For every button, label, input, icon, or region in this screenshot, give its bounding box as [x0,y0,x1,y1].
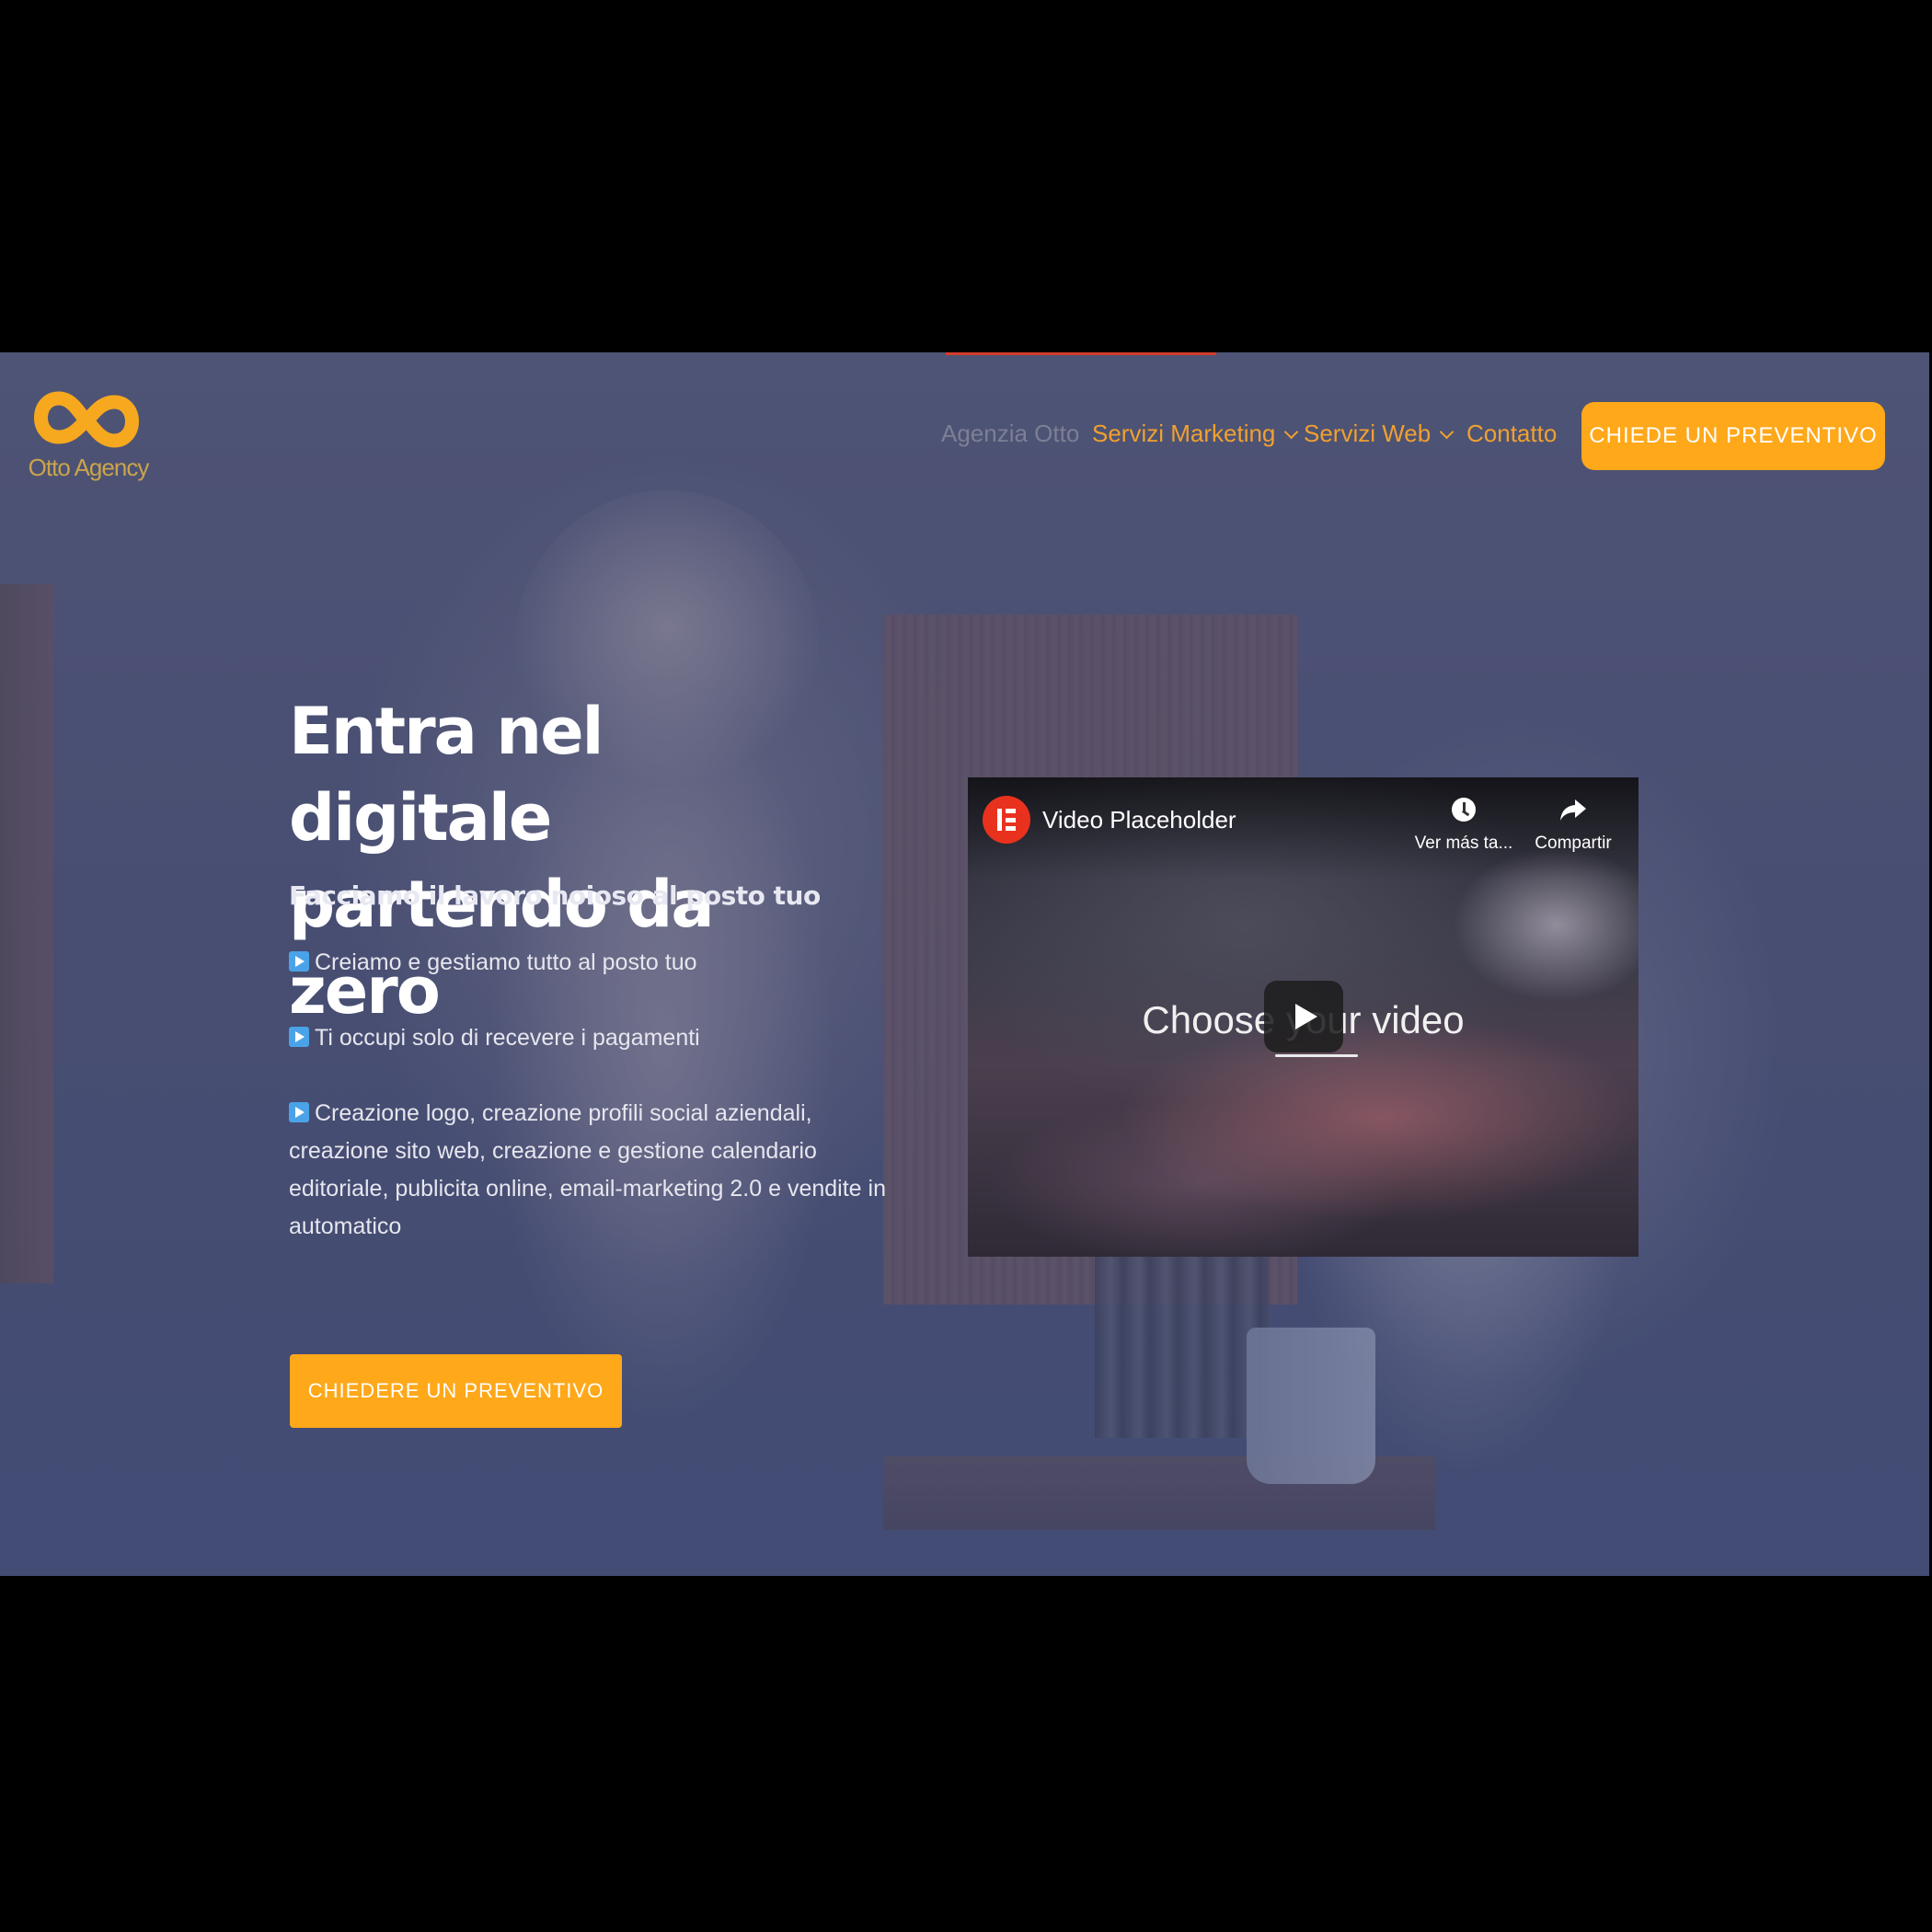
watch-later-button[interactable]: Ver más ta... [1413,798,1514,854]
play-button-emoji-icon [289,1102,309,1122]
elementor-icon[interactable] [983,796,1030,844]
hero-headline-line1: Entra nel digitale [289,694,604,856]
nav-item-servizi-marketing[interactable]: Servizi Marketing [1092,420,1299,448]
header-quote-button[interactable]: CHIEDE UN PREVENTIVO [1581,402,1885,470]
chevron-down-icon [1439,424,1455,440]
video-embed[interactable]: Video Placeholder Ver más ta... Comparti… [968,777,1639,1257]
video-title[interactable]: Video Placeholder [1042,806,1236,834]
site-logo[interactable]: Otto Agency [24,380,153,490]
hero-bullet-text: Ti occupi solo di recevere i pagamenti [315,1025,700,1051]
hero-section: Otto Agency Agenzia Otto Servizi Marketi… [0,352,1929,1576]
infinity-logo-icon [34,391,139,448]
nav-item-servizi-web[interactable]: Servizi Web [1304,420,1455,448]
clock-icon [1452,798,1476,822]
top-accent-bar [946,352,1216,355]
hero-subheadline: Facciamo il lavoro noioso al posto tuo [289,880,821,911]
screenshot-canvas: Otto Agency Agenzia Otto Servizi Marketi… [0,0,1932,1932]
play-icon[interactable] [1264,981,1343,1052]
hero-bullet: Ti occupi solo di recevere i pagamenti [289,1019,887,1057]
hero-headline: Entra nel digitale partendo da zero [289,688,859,1034]
hero-bullet-text: Creiamo e gestiamo tutto al posto tuo [315,949,697,975]
share-button[interactable]: Compartir [1523,798,1624,854]
logo-text: Otto Agency [28,454,150,481]
watch-later-label: Ver más ta... [1414,834,1513,853]
video-center-underline [1275,1054,1358,1057]
nav-item-agenzia-otto[interactable]: Agenzia Otto [941,420,1079,448]
nav-item-label: Servizi Web [1304,420,1432,447]
chevron-down-icon [1284,424,1299,440]
hero-bullet: Creiamo e gestiamo tutto al posto tuo [289,944,887,982]
hero-bullet: Creazione logo, creazione profili social… [289,1095,887,1246]
share-arrow-icon [1559,798,1587,822]
share-label: Compartir [1535,834,1612,853]
hero-quote-button[interactable]: CHIEDERE UN PREVENTIVO [290,1354,622,1428]
play-button-emoji-icon [289,1027,309,1047]
nav-item-label: Servizi Marketing [1092,420,1276,447]
nav-item-contatto[interactable]: Contatto [1466,420,1557,448]
play-button-emoji-icon [289,951,309,972]
hero-bullet-text: Creazione logo, creazione profili social… [289,1100,886,1239]
